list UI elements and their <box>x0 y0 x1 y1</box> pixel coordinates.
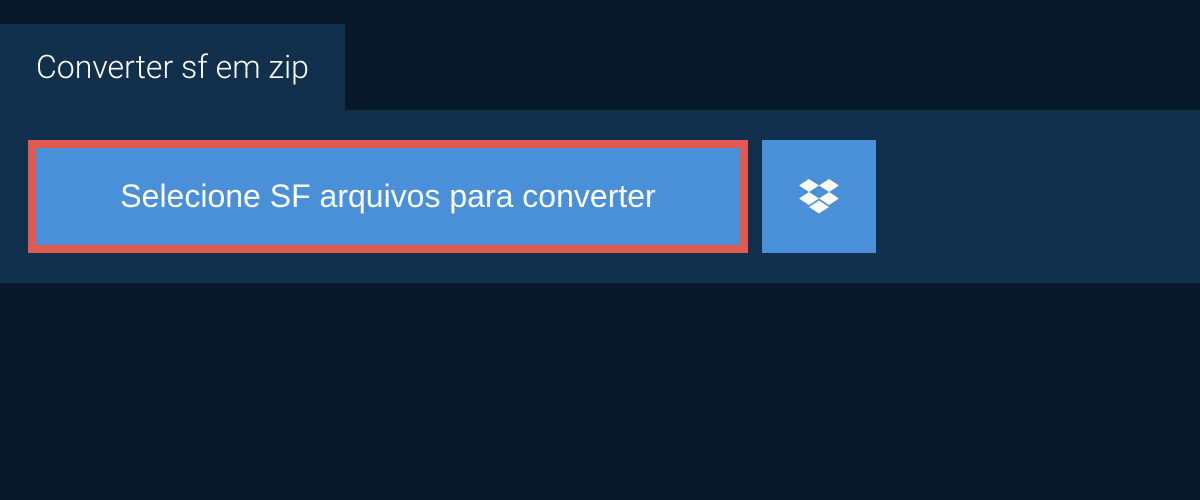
select-files-button[interactable]: Selecione SF arquivos para converter <box>28 140 748 253</box>
content-panel: Selecione SF arquivos para converter <box>0 110 1200 283</box>
select-files-label: Selecione SF arquivos para converter <box>120 178 655 215</box>
dropbox-icon <box>799 179 839 215</box>
tab-title: Converter sf em zip <box>0 24 345 110</box>
dropbox-button[interactable] <box>762 140 876 253</box>
tab-title-text: Converter sf em zip <box>36 48 309 86</box>
button-row: Selecione SF arquivos para converter <box>28 140 1172 253</box>
